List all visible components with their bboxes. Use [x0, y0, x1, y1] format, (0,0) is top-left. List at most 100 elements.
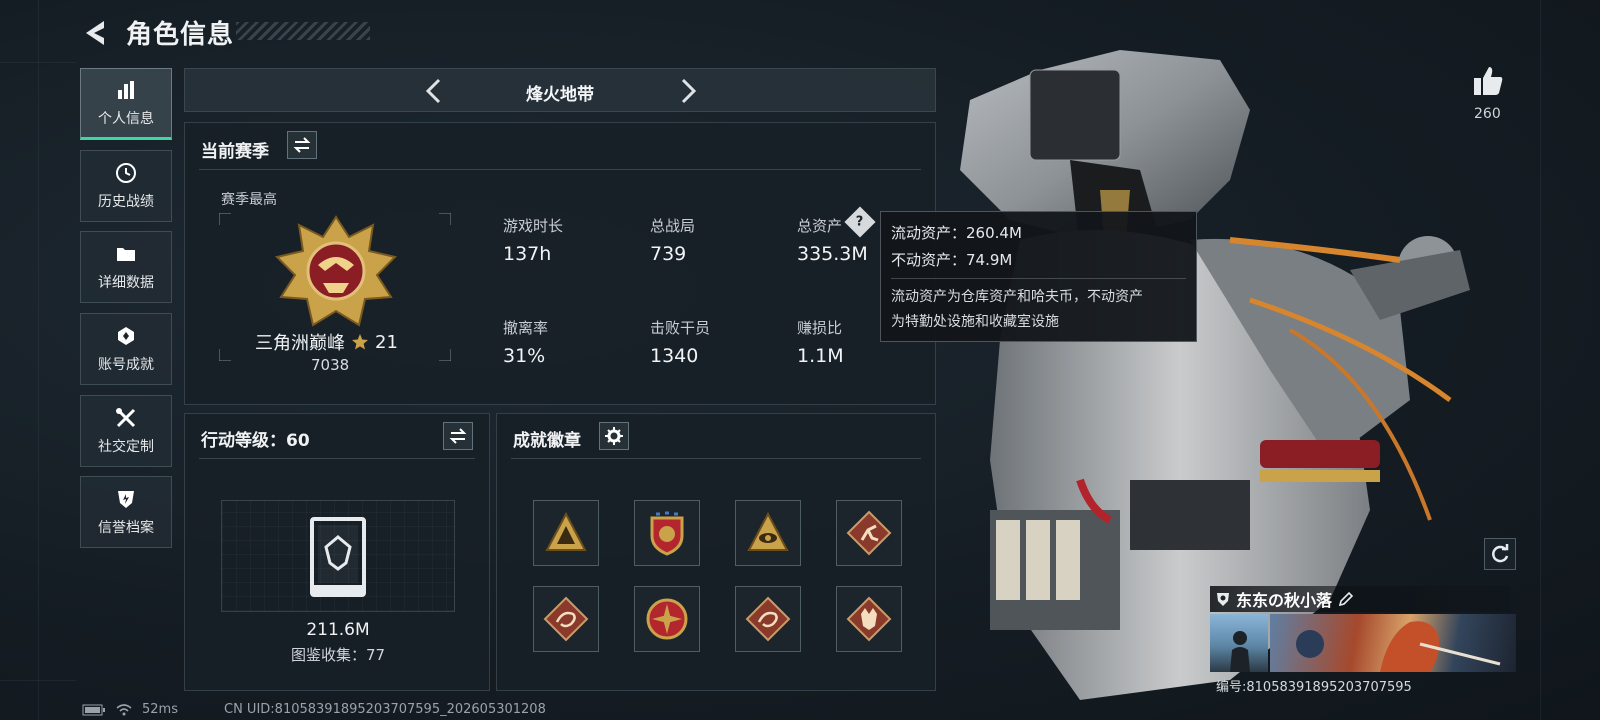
star-icon: [352, 334, 368, 350]
like-count: 260: [1474, 106, 1501, 122]
history-clock-icon: [116, 163, 136, 183]
sidebar-item-label: 社交定制: [98, 439, 154, 455]
tooltip-description-line: 流动资产为仓库资产和哈夫币，不动资产: [891, 289, 1143, 305]
banner-art: [1296, 621, 1501, 672]
shield-credit-icon: [118, 491, 134, 508]
tools-icon: [116, 408, 136, 428]
achievement-badge-slot[interactable]: [836, 586, 902, 652]
action-level-panel: 行动等级：60 211.6M 图鉴收集：77: [184, 413, 490, 691]
stat-label: 游戏时长: [503, 217, 564, 235]
wolf-badge-icon: [846, 596, 892, 642]
stat-value: 1340: [650, 345, 699, 367]
season-panel-title: 当前赛季: [201, 142, 269, 162]
sidebar-item-social[interactable]: 社交定制: [80, 395, 172, 467]
folder-icon: [117, 248, 135, 261]
achievements-title: 成就徽章: [513, 431, 581, 451]
dragon-badge-icon: [745, 596, 791, 642]
edit-pencil-icon[interactable]: [1338, 591, 1354, 607]
refresh-button[interactable]: [1484, 538, 1516, 570]
shield-emblem-icon: [650, 511, 684, 556]
avatar-silhouette: [1230, 631, 1250, 672]
help-question-icon[interactable]: ?: [844, 206, 876, 238]
asset-tooltip: 流动资产：260.4M 不动资产：74.9M 流动资产为仓库资产和哈夫币，不动资…: [880, 211, 1197, 342]
achievements-panel: 成就徽章: [496, 413, 936, 691]
triangle-eye-icon: [747, 511, 789, 551]
collection-count: 图鉴收集：77: [290, 646, 386, 664]
stat-label: 总资产: [797, 217, 843, 235]
back-arrow-icon[interactable]: [80, 18, 108, 48]
sidebar-item-label: 账号成就: [98, 357, 154, 373]
tooltip-fixed-assets: 不动资产：74.9M: [891, 251, 1013, 269]
tooltip-liquid-assets: 流动资产：260.4M: [891, 224, 1022, 242]
sidebar-item-achievements[interactable]: 账号成就: [80, 313, 172, 385]
achievement-badge-slot[interactable]: [735, 500, 801, 566]
action-level-divider: [199, 458, 475, 459]
player-name-row: 东东の秋小落: [1210, 586, 1510, 612]
achievements-settings-button[interactable]: [599, 422, 629, 450]
season-divider: [199, 169, 921, 170]
ping-value: 52ms: [142, 702, 178, 717]
collection-value: 211.6M: [306, 620, 370, 640]
achievement-badge-slot[interactable]: [533, 586, 599, 652]
achievement-badge-slot[interactable]: [735, 586, 801, 652]
player-banner: [1210, 614, 1516, 672]
sidebar-item-personal-info[interactable]: 个人信息: [80, 68, 172, 140]
achievement-badge-slot[interactable]: [533, 500, 599, 566]
sidebar-item-history[interactable]: 历史战绩: [80, 150, 172, 222]
stat-value: 335.3M: [797, 243, 868, 265]
rank-name: 三角洲巅峰: [255, 333, 345, 354]
season-best-label: 赛季最高: [221, 192, 277, 208]
swap-arrows-icon: [293, 137, 311, 153]
tooltip-description-line: 为特勤处设施和收藏室设施: [891, 314, 1059, 330]
triangle-badge-icon: [545, 511, 587, 551]
sidebar-item-label: 详细数据: [98, 275, 154, 291]
rank-stars: 21: [375, 331, 398, 353]
achievements-divider: [511, 458, 921, 459]
swap-arrows-icon: [449, 428, 467, 444]
stat-value: 31%: [503, 345, 546, 367]
stat-label: 击败干员: [650, 319, 711, 337]
player-avatar[interactable]: [1210, 614, 1268, 672]
sidebar-item-detailed-data[interactable]: 详细数据: [80, 231, 172, 303]
stat-value: 137h: [503, 243, 552, 265]
stat-value: 739: [650, 243, 687, 265]
gear-icon: [605, 427, 623, 445]
chevron-right-icon[interactable]: [675, 77, 701, 105]
player-card: 东东の秋小落 编号:8105839189520370759​5: [1210, 586, 1520, 695]
sidebar-item-label: 个人信息: [98, 111, 154, 127]
shield-rank-icon: [1217, 593, 1229, 606]
stat-label: 赚损比: [797, 319, 843, 337]
sidebar-item-credit[interactable]: 信誉档案: [80, 476, 172, 548]
status-bar: 52ms: [82, 702, 178, 717]
mode-selector: 烽火地带: [184, 68, 936, 112]
player-banner-image[interactable]: [1270, 614, 1516, 672]
action-level-title: 行动等级：60: [201, 431, 310, 451]
battery-icon: [82, 704, 105, 715]
action-level-swap-button[interactable]: [443, 422, 473, 450]
current-season-panel: 当前赛季 赛季最高 三角洲巅峰 21 7038 游戏时长 137h 总战局 73…: [184, 122, 936, 405]
collection-display[interactable]: [221, 500, 455, 612]
achievement-badge-icon: [118, 327, 134, 345]
rank-emblem-icon: [275, 215, 397, 327]
season-swap-button[interactable]: [287, 131, 317, 159]
player-id: 编号:8105839189520370759​5: [1216, 680, 1412, 695]
mode-name: 烽火地带: [526, 85, 594, 105]
sidebar-item-label: 信誉档案: [98, 520, 154, 536]
thumbs-up-icon[interactable]: [1471, 64, 1505, 98]
achievement-badge-slot[interactable]: [634, 500, 700, 566]
achievement-badge-slot[interactable]: [634, 586, 700, 652]
display-case-icon: [310, 517, 366, 597]
sidebar-item-label: 历史战绩: [98, 194, 154, 210]
stat-value: 1.1M: [797, 345, 844, 367]
wifi-icon: [116, 703, 132, 715]
rank-info: 三角洲巅峰 21: [255, 329, 398, 355]
rank-score: 7038: [311, 356, 350, 374]
player-name: 东东の秋小落: [1236, 591, 1333, 610]
uid-text: CN UID:8105839189520370759​5_20260530120…: [224, 702, 546, 717]
tooltip-divider: [891, 278, 1186, 279]
page-title: 角色信息: [126, 20, 235, 50]
title-decoration: [236, 22, 370, 40]
dragon-badge-icon: [543, 596, 589, 642]
stat-label: 撤离率: [503, 319, 549, 337]
achievement-badge-slot[interactable]: [836, 500, 902, 566]
